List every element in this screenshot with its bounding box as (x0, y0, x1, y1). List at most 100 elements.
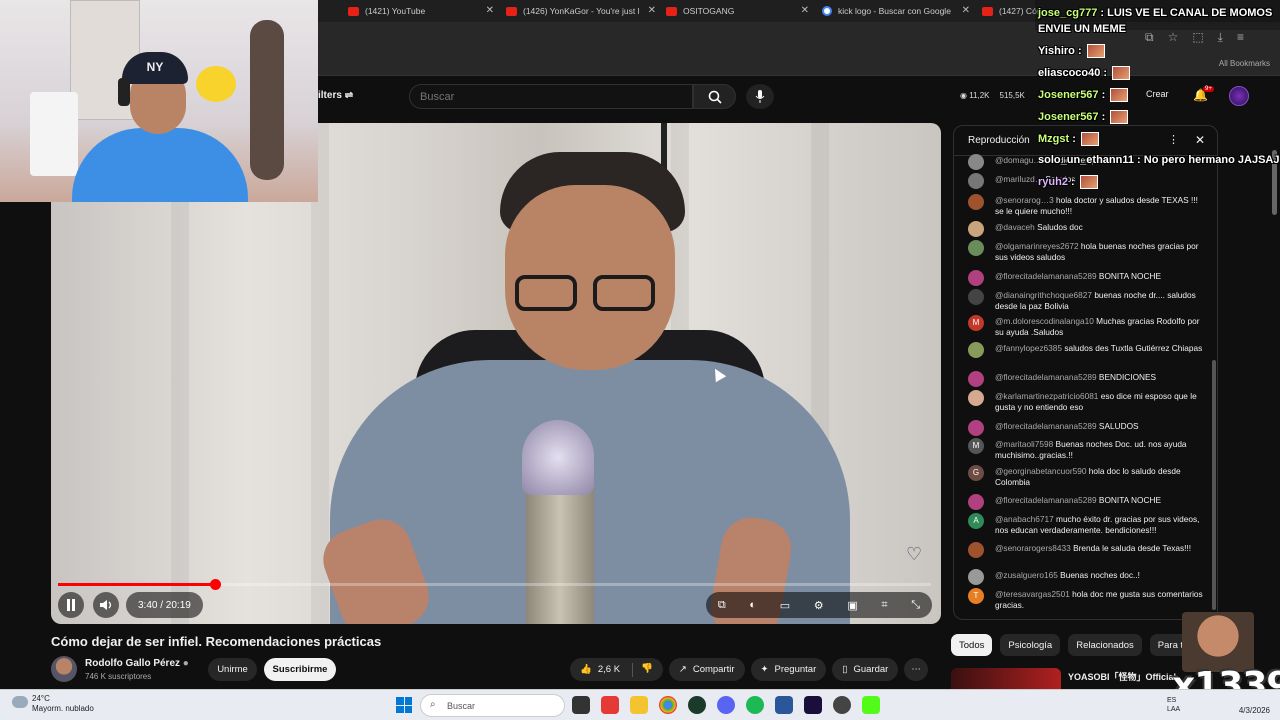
volume-button[interactable] (93, 592, 119, 618)
chat-avatar[interactable] (968, 420, 984, 436)
chat-username[interactable]: @maritaoli7598 (995, 439, 1053, 449)
chat-username[interactable]: @senorarog…3 (995, 195, 1054, 205)
chip-all[interactable]: Todos (951, 634, 993, 656)
spotify-icon[interactable] (746, 696, 764, 714)
chat-avatar[interactable] (968, 240, 984, 256)
notepad-icon[interactable] (775, 696, 793, 714)
taskbar-search[interactable]: ⌕ Buscar (420, 694, 565, 717)
tab-google-search[interactable]: kick logo - Buscar con Google ✕ (822, 0, 970, 22)
join-button[interactable]: Unirme (208, 658, 257, 681)
pause-button[interactable] (58, 592, 84, 618)
app-red-icon[interactable] (601, 696, 619, 714)
clock[interactable]: 4/3/2026 (1239, 694, 1270, 716)
voice-search-button[interactable] (746, 84, 774, 109)
kick-icon[interactable] (862, 696, 880, 714)
filters-button[interactable]: ilters ⇌ (318, 90, 353, 101)
chat-username[interactable]: @davaceh (995, 222, 1035, 232)
close-icon[interactable]: ✕ (962, 5, 970, 16)
search-input[interactable] (410, 85, 692, 108)
chat-avatar[interactable] (968, 390, 984, 406)
task-view-icon[interactable] (572, 696, 590, 714)
cast-icon[interactable]: ⌗ (881, 599, 887, 612)
channel-avatar[interactable] (51, 656, 77, 682)
app-circle-icon[interactable] (833, 696, 851, 714)
obs-icon[interactable] (688, 696, 706, 714)
chat-username[interactable]: @karlamartinezpatricio6081 (995, 391, 1098, 401)
chat-avatar[interactable]: M (968, 438, 984, 454)
close-icon[interactable]: ✕ (801, 5, 809, 16)
settings-gear-icon[interactable]: ⚙ (814, 599, 824, 612)
fullscreen-icon[interactable]: ⤡ (911, 599, 920, 612)
windows-start-icon[interactable] (396, 697, 412, 713)
more-button[interactable]: ⋯ (904, 658, 928, 681)
chat-avatar[interactable] (968, 154, 984, 170)
close-icon[interactable]: ✕ (486, 5, 494, 16)
chat-avatar[interactable] (968, 494, 984, 510)
miniplayer-icon[interactable]: ▣ (847, 599, 857, 612)
chat-avatar[interactable] (968, 542, 984, 558)
premiere-icon[interactable] (804, 696, 822, 714)
chip-related[interactable]: Relacionados (1068, 634, 1142, 656)
save-button[interactable]: ▯ Guardar (832, 658, 899, 681)
chat-username[interactable]: @dianaingrithchoque6827 (995, 290, 1092, 300)
chat-avatar[interactable] (968, 270, 984, 286)
search-box[interactable] (409, 84, 693, 109)
chat-avatar[interactable] (968, 194, 984, 210)
share-button[interactable]: ↗ Compartir (668, 658, 745, 681)
chat-username[interactable]: @olgamarinreyes2672 (995, 241, 1079, 251)
chat-username[interactable]: @m.dolorescodinalanga10 (995, 316, 1094, 326)
tab-youtube[interactable]: (1421) YouTube ✕ (348, 0, 494, 22)
autoplay-toggle-icon[interactable]: ◐ (749, 599, 756, 611)
search-button[interactable] (693, 84, 736, 109)
account-avatar[interactable] (1229, 86, 1249, 106)
chat-avatar[interactable]: A (968, 513, 984, 529)
create-button[interactable]: Crear (1146, 89, 1169, 99)
recommended-thumbnail[interactable] (951, 668, 1061, 690)
tab-ositogang[interactable]: OSITOGANG ✕ (666, 0, 809, 22)
all-bookmarks[interactable]: All Bookmarks (1219, 59, 1270, 68)
tab-yonkagor[interactable]: (1426) YonKaGor - You're just l ✕ (506, 0, 656, 22)
chat-avatar[interactable] (968, 371, 984, 387)
chip-psychology[interactable]: Psicología (1000, 634, 1061, 656)
chat-username[interactable]: @fannylopez6385 (995, 343, 1062, 353)
chat-avatar[interactable] (968, 173, 984, 189)
chrome-icon[interactable] (659, 696, 677, 714)
close-icon[interactable]: ✕ (648, 5, 656, 16)
channel-name[interactable]: Rodolfo Gallo Pérez ● (85, 658, 189, 669)
chat-title[interactable]: Reproducción (968, 135, 1030, 146)
chat-avatar[interactable] (968, 342, 984, 358)
chat-scrollbar[interactable] (1212, 360, 1216, 610)
discord-icon[interactable] (717, 696, 735, 714)
pause-icon (67, 599, 75, 611)
close-icon[interactable]: ✕ (1195, 133, 1205, 147)
recommended-title[interactable]: YOASOBI「怪物」Official (1068, 670, 1176, 683)
miniplayer-bracket-icon[interactable]: ⧉ (718, 599, 726, 612)
file-explorer-icon[interactable] (630, 696, 648, 714)
like-button[interactable]: 👍 2,6 K 👎 (570, 658, 663, 681)
chat-username[interactable]: @domagu… (995, 155, 1042, 165)
chat-username[interactable]: @mariluzd… (995, 174, 1043, 184)
ask-button[interactable]: ✦ Preguntar (750, 658, 827, 681)
chat-avatar[interactable] (968, 569, 984, 585)
chat-username[interactable]: @senorarogers8433 (995, 543, 1071, 553)
chat-avatar[interactable] (968, 221, 984, 237)
subscribe-button[interactable]: Suscribirme (264, 658, 336, 681)
chat-avatar[interactable]: T (968, 588, 984, 604)
chat-username[interactable]: @florecitadelamanana5289 (995, 271, 1097, 281)
subtitles-icon[interactable]: ▭ (780, 599, 790, 612)
chat-username[interactable]: @zusalguero165 (995, 570, 1058, 580)
chat-username[interactable]: @teresavargas2501 (995, 589, 1070, 599)
tab-active-video[interactable]: (1427) Cóm (982, 0, 1042, 22)
chat-username[interactable]: @florecitadelamanana5289 (995, 372, 1097, 382)
chat-avatar[interactable]: M (968, 315, 984, 331)
chat-username[interactable]: @georginabetancuor590 (995, 466, 1086, 476)
more-vert-icon[interactable]: ⋮ (1168, 133, 1179, 146)
progress-bar[interactable] (58, 579, 931, 590)
language-indicator[interactable]: ES LAA (1167, 696, 1180, 714)
chat-username[interactable]: @florecitadelamanana5289 (995, 495, 1097, 505)
chat-avatar[interactable]: G (968, 465, 984, 481)
chat-username[interactable]: @anabach6717 (995, 514, 1054, 524)
chat-username[interactable]: @florecitadelamanana5289 (995, 421, 1097, 431)
chat-avatar[interactable] (968, 289, 984, 305)
thumbs-down-icon[interactable]: 👎 (632, 662, 653, 677)
